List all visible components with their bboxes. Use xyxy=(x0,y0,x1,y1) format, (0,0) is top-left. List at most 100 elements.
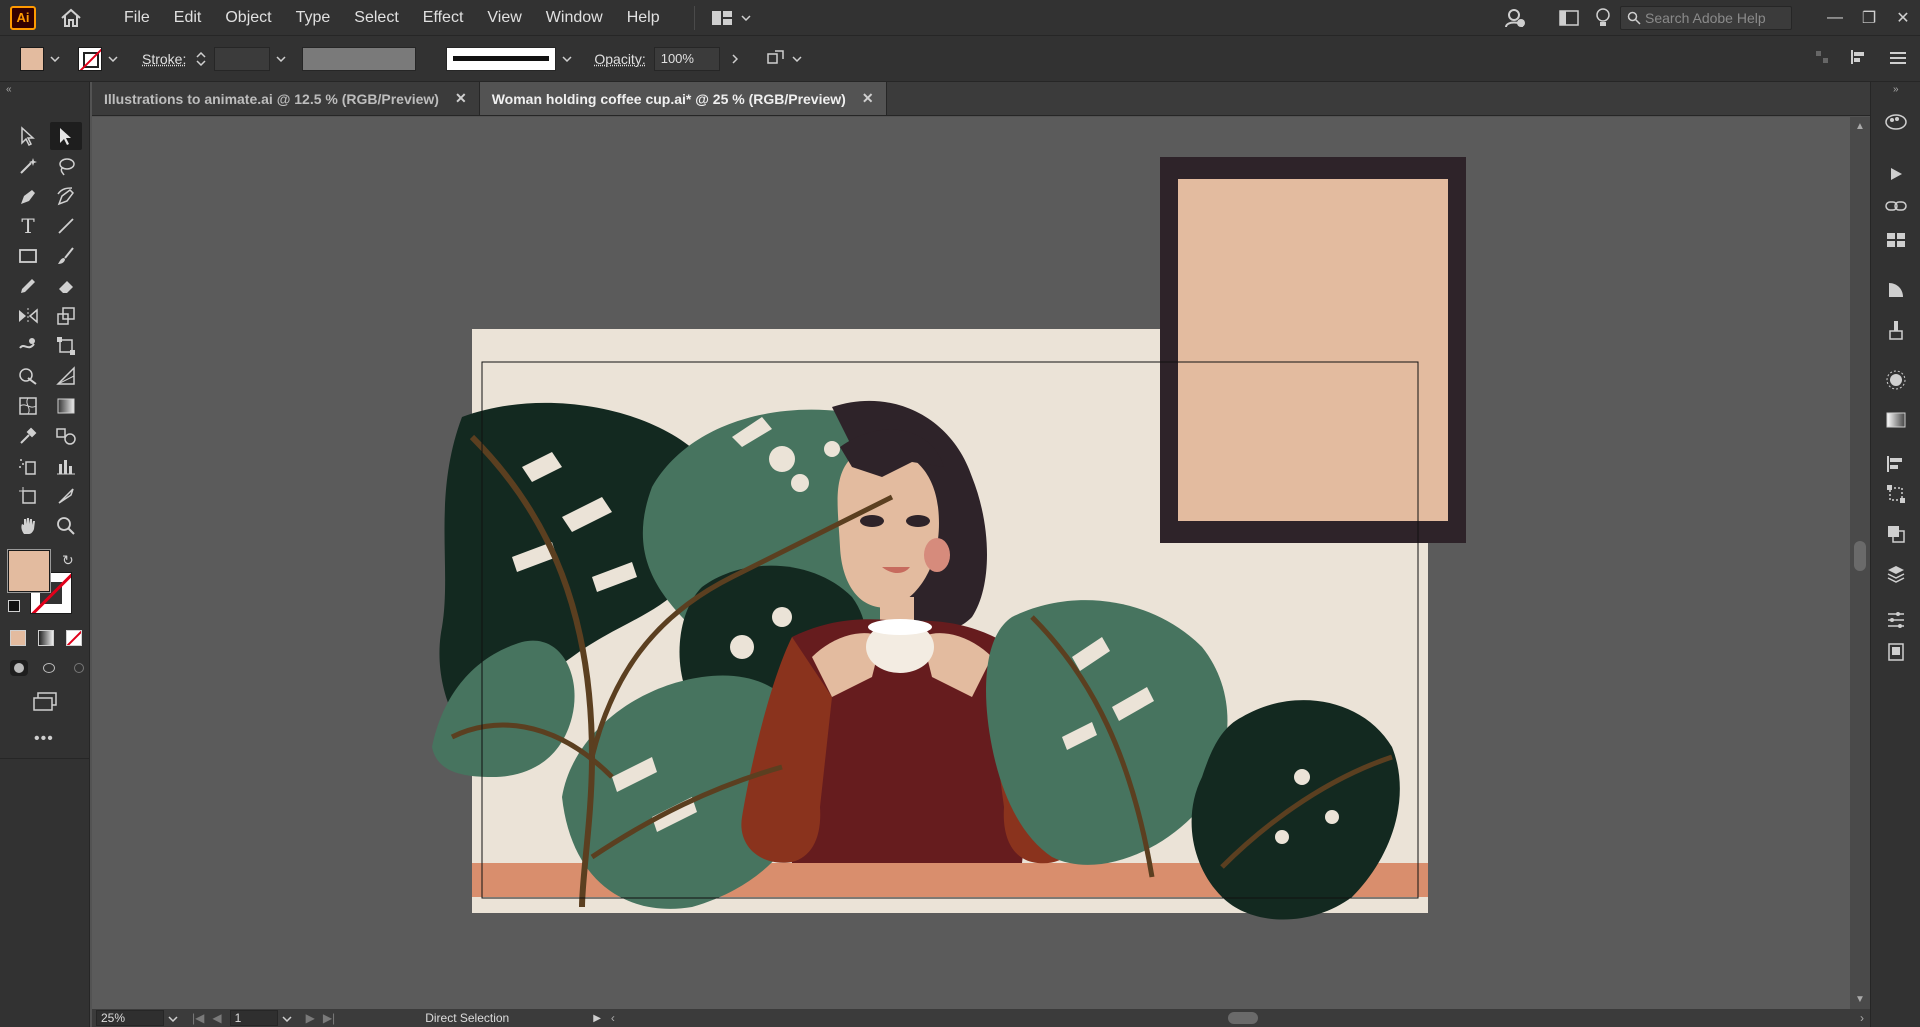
menu-object[interactable]: Object xyxy=(213,0,283,36)
align-panel-icon[interactable] xyxy=(1883,452,1909,476)
status-menu-icon[interactable]: ▶ xyxy=(593,1013,601,1024)
chevron-down-icon[interactable] xyxy=(560,55,574,62)
menu-view[interactable]: View xyxy=(475,0,533,36)
symbols-icon[interactable] xyxy=(1883,368,1909,392)
previous-artboard-icon[interactable]: ◀ xyxy=(212,1011,221,1025)
chevron-down-icon[interactable] xyxy=(274,55,288,62)
vertical-scrollbar[interactable]: ▲ ▼ xyxy=(1850,117,1870,1009)
lightbulb-icon[interactable] xyxy=(1586,3,1620,33)
scroll-left-icon[interactable]: ‹ xyxy=(611,1011,615,1025)
color-mode-icon[interactable] xyxy=(10,630,26,646)
menu-select[interactable]: Select xyxy=(342,0,410,36)
slice-tool-icon[interactable] xyxy=(50,482,82,510)
links-icon[interactable] xyxy=(1883,194,1909,218)
color-guide-icon[interactable] xyxy=(1883,110,1909,134)
draw-normal-icon[interactable] xyxy=(10,660,28,676)
pencil-tool-icon[interactable] xyxy=(12,272,44,300)
blend-tool-icon[interactable] xyxy=(50,422,82,450)
fill-indicator[interactable] xyxy=(7,549,51,593)
help-search-input[interactable] xyxy=(1645,10,1775,26)
gradient-panel-icon[interactable] xyxy=(1883,278,1909,302)
shape-builder-tool-icon[interactable] xyxy=(12,362,44,390)
workspace-switcher[interactable] xyxy=(693,5,751,30)
none-mode-icon[interactable] xyxy=(66,630,82,646)
eyedropper-tool-icon[interactable] xyxy=(12,422,44,450)
tab-illustrations-to-animate[interactable]: Illustrations to animate.ai @ 12.5 % (RG… xyxy=(92,82,480,115)
layers-icon[interactable] xyxy=(1883,562,1909,586)
home-icon[interactable] xyxy=(58,6,84,30)
direct-selection-tool-icon[interactable] xyxy=(50,122,82,150)
selection-tool-icon[interactable] xyxy=(12,122,44,150)
share-user-icon[interactable] xyxy=(1498,3,1532,33)
curvature-tool-icon[interactable] xyxy=(50,182,82,210)
chevron-down-icon[interactable] xyxy=(168,1011,178,1025)
restore-button[interactable]: ❐ xyxy=(1852,3,1886,33)
actions-play-icon[interactable] xyxy=(1883,162,1909,186)
menu-edit[interactable]: Edit xyxy=(162,0,214,36)
screen-mode-icon[interactable] xyxy=(32,692,58,716)
close-icon[interactable]: ✕ xyxy=(862,90,874,107)
scroll-right-icon[interactable]: › xyxy=(1860,1011,1864,1025)
opacity-field[interactable]: 100% xyxy=(653,46,720,71)
menu-effect[interactable]: Effect xyxy=(411,0,476,36)
collapse-panel-icon[interactable]: « xyxy=(6,84,12,95)
last-artboard-icon[interactable]: ▶| xyxy=(323,1011,335,1025)
paintbrush-tool-icon[interactable] xyxy=(50,242,82,270)
opacity-label[interactable]: Opacity: xyxy=(594,51,645,67)
artboard-tool-icon[interactable] xyxy=(12,482,44,510)
rectangle-tool-icon[interactable] xyxy=(12,242,44,270)
pathfinder-icon[interactable] xyxy=(1883,522,1909,546)
arrange-documents-icon[interactable] xyxy=(1552,3,1586,33)
chevron-right-icon[interactable] xyxy=(728,53,742,64)
draw-inside-icon[interactable] xyxy=(70,660,88,676)
magic-wand-tool-icon[interactable] xyxy=(12,152,44,180)
eraser-tool-icon[interactable] xyxy=(50,272,82,300)
first-artboard-icon[interactable]: |◀ xyxy=(192,1011,204,1025)
chevron-down-icon[interactable] xyxy=(282,1011,292,1025)
draw-behind-icon[interactable] xyxy=(40,660,58,676)
zoom-tool-icon[interactable] xyxy=(50,512,82,540)
perspective-grid-tool-icon[interactable] xyxy=(50,362,82,390)
variable-width-profile[interactable] xyxy=(302,46,417,71)
document-canvas[interactable] xyxy=(92,117,1850,1009)
brush-definition[interactable] xyxy=(446,46,557,71)
menu-type[interactable]: Type xyxy=(284,0,343,36)
tab-woman-holding-coffee-cup[interactable]: Woman holding coffee cup.ai* @ 25 % (RGB… xyxy=(479,82,887,115)
align-to-icon[interactable] xyxy=(1814,49,1830,69)
close-button[interactable]: ✕ xyxy=(1886,3,1920,33)
properties-icon[interactable] xyxy=(1883,608,1909,632)
lasso-tool-icon[interactable] xyxy=(50,152,82,180)
minimize-button[interactable]: — xyxy=(1818,3,1852,33)
artboard-number-field[interactable]: 1 xyxy=(229,1010,278,1026)
fill-stroke-widget[interactable]: ↻ xyxy=(7,549,78,616)
edit-toolbar-icon[interactable]: ••• xyxy=(34,730,54,748)
stroke-label[interactable]: Stroke: xyxy=(142,51,186,67)
collapse-panels-icon[interactable]: » xyxy=(1893,84,1899,95)
line-segment-tool-icon[interactable] xyxy=(50,212,82,240)
hand-tool-icon[interactable] xyxy=(12,512,44,540)
scroll-up-icon[interactable]: ▲ xyxy=(1855,121,1865,132)
brushes-icon[interactable] xyxy=(1883,318,1909,342)
symbol-sprayer-tool-icon[interactable] xyxy=(12,452,44,480)
help-search-box[interactable] xyxy=(1620,6,1792,30)
free-transform-tool-icon[interactable] xyxy=(50,332,82,360)
reflect-tool-icon[interactable] xyxy=(12,302,44,330)
recolor-artwork-icon[interactable] xyxy=(766,48,786,70)
panel-menu-icon[interactable] xyxy=(1890,51,1906,68)
pen-tool-icon[interactable] xyxy=(12,182,44,210)
chevron-down-icon[interactable] xyxy=(106,55,120,62)
menu-file[interactable]: File xyxy=(112,0,162,36)
gradient-mode-icon[interactable] xyxy=(38,630,54,646)
artboards-panel-icon[interactable] xyxy=(1883,640,1909,664)
menu-window[interactable]: Window xyxy=(534,0,615,36)
fill-color-swatch[interactable] xyxy=(20,46,44,71)
column-graph-tool-icon[interactable] xyxy=(50,452,82,480)
libraries-icon[interactable] xyxy=(1883,228,1909,252)
type-tool-icon[interactable]: T xyxy=(12,212,44,240)
stroke-weight-stepper[interactable] xyxy=(196,51,206,66)
mesh-tool-icon[interactable] xyxy=(12,392,44,420)
scroll-down-icon[interactable]: ▼ xyxy=(1855,994,1865,1005)
transparency-icon[interactable] xyxy=(1883,408,1909,432)
warp-tool-icon[interactable] xyxy=(12,332,44,360)
stroke-color-swatch[interactable] xyxy=(78,46,102,71)
